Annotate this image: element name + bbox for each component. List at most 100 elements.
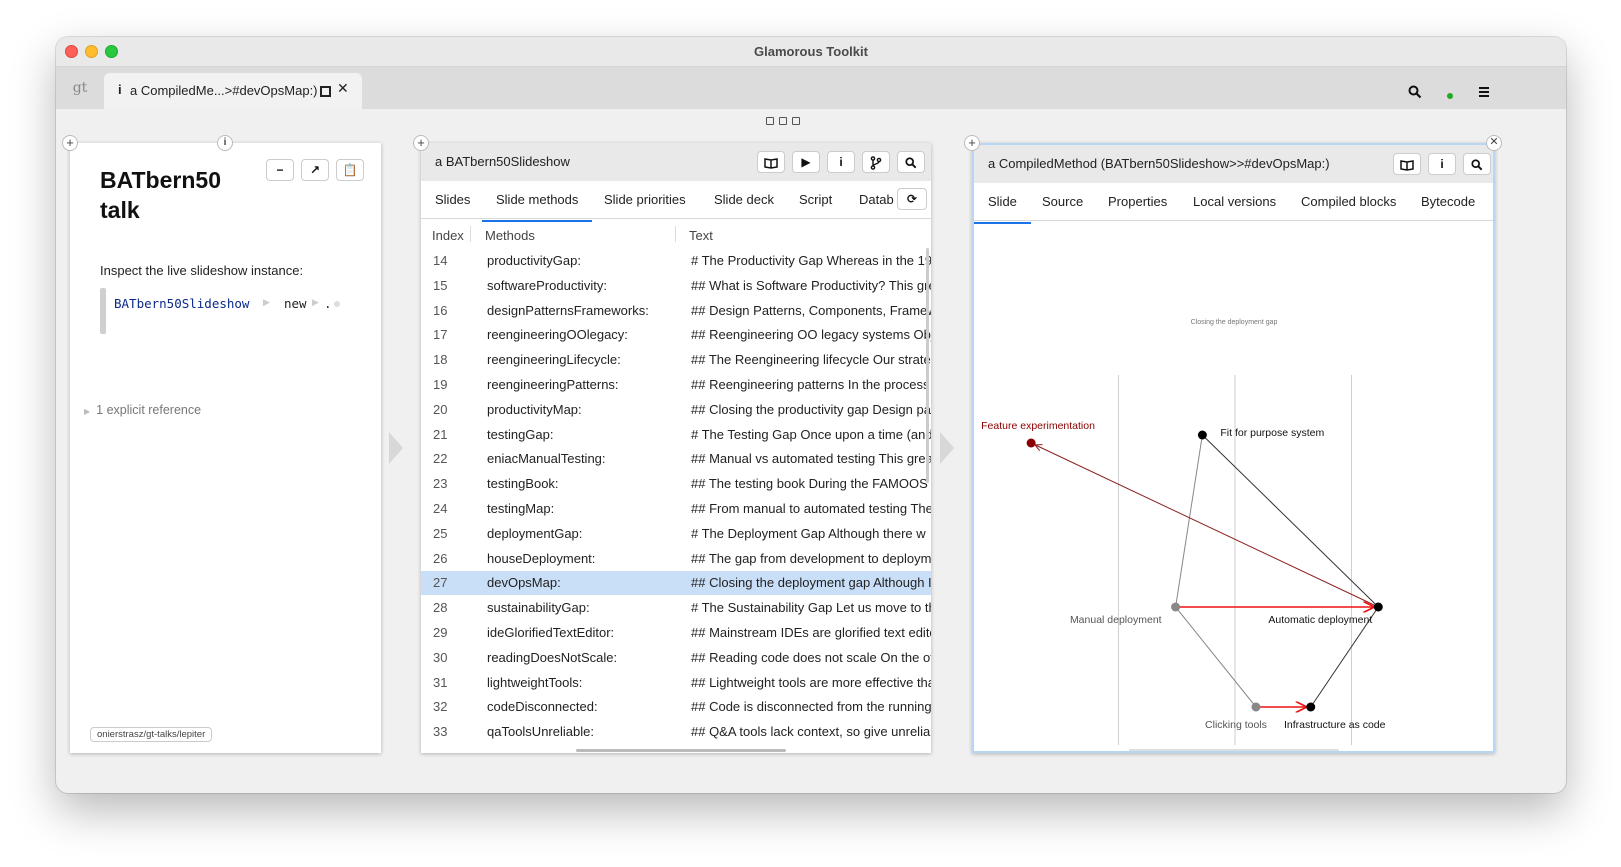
table-row[interactable]: 19 reengineeringPatterns: ## Reengineering… bbox=[421, 373, 931, 397]
tab-database[interactable]: Datab bbox=[859, 192, 894, 207]
tab-slide-priorities[interactable]: Slide priorities bbox=[604, 192, 686, 207]
table-row[interactable]: 29 ideGlorifiedTextEditor: ## Mainstream I… bbox=[421, 621, 931, 645]
table-row[interactable]: 14 productivityGap: # The Productivity Gap… bbox=[421, 249, 931, 273]
column-header-methods[interactable]: Methods bbox=[485, 228, 535, 243]
code-class-name: BATbern50Slideshow bbox=[114, 296, 250, 311]
node-label: Infrastructure as code bbox=[1284, 719, 1386, 731]
tab-script[interactable]: Script bbox=[799, 192, 832, 207]
tab-properties[interactable]: Properties bbox=[1108, 194, 1167, 209]
pane-handle-1-icon[interactable] bbox=[766, 117, 774, 125]
play-button[interactable]: ▶ bbox=[792, 151, 820, 173]
tab-bytecode[interactable]: Bytecode bbox=[1421, 194, 1475, 209]
table-row[interactable]: 32 codeDisconnected: ## Code is disconnect… bbox=[421, 695, 931, 719]
inspector-tab[interactable]: i a CompiledMe...>#devOpsMap:) ✕ bbox=[104, 73, 362, 109]
row-index: 24 bbox=[433, 501, 448, 516]
tab-source[interactable]: Source bbox=[1042, 194, 1083, 209]
git-branch-button[interactable] bbox=[862, 151, 890, 173]
chart-title: Closing the deployment gap bbox=[1191, 319, 1278, 326]
gt-home-tab[interactable]: gt bbox=[56, 67, 104, 109]
code-arrow-1-icon: ▶ bbox=[263, 297, 270, 307]
add-right-plus-icon[interactable]: + bbox=[964, 135, 980, 151]
search-icon[interactable] bbox=[1408, 85, 1422, 99]
maximize-tab-icon[interactable] bbox=[320, 86, 331, 97]
row-index: 28 bbox=[433, 600, 448, 616]
info-button[interactable]: i bbox=[1428, 153, 1456, 175]
collapse-button[interactable]: − bbox=[266, 159, 294, 181]
slideshow-inspector-pane: a BATbern50Slideshow ▶ i Slides Slide me… bbox=[421, 143, 931, 753]
close-pane-icon[interactable]: ✕ bbox=[1486, 135, 1502, 151]
column-header-index[interactable]: Index bbox=[432, 228, 464, 243]
tab-slide[interactable]: Slide bbox=[974, 194, 1031, 224]
column-separator[interactable] bbox=[675, 226, 676, 242]
row-method: ideGlorifiedTextEditor: bbox=[487, 625, 615, 640]
node-label: Feature experimentation bbox=[981, 420, 1095, 432]
wardley-map-chart: Closing the deployment gapgenesiscustom … bbox=[981, 319, 1386, 745]
table-row[interactable]: 18 reengineeringLifecycle: ## The Reengine… bbox=[421, 348, 931, 372]
add-left-plus-icon[interactable]: + bbox=[62, 135, 78, 151]
row-index: 19 bbox=[433, 377, 448, 392]
vertical-scrollbar[interactable] bbox=[926, 248, 929, 483]
tab-local-versions[interactable]: Local versions bbox=[1193, 194, 1276, 209]
row-text: ## What is Software Productivity? This g… bbox=[691, 277, 931, 293]
table-row[interactable]: 16 designPatternsFrameworks: ## Design Pat… bbox=[421, 299, 931, 323]
search-button[interactable] bbox=[897, 151, 925, 173]
window-title: Glamorous Toolkit bbox=[754, 44, 868, 59]
row-method: sustainabilityGap: bbox=[487, 600, 590, 616]
table-row[interactable]: 31 lightweightTools: ## Lightweight tools … bbox=[421, 671, 931, 695]
table-row[interactable]: 27 devOpsMap: ## Closing the deployment ga… bbox=[421, 571, 931, 596]
code-snippet[interactable]: BATbern50Slideshow ▶ new ▶ . bbox=[100, 288, 350, 334]
row-text: ## Closing the deployment gap Although I bbox=[691, 575, 931, 591]
search-button[interactable] bbox=[1463, 153, 1491, 175]
row-text: # The Productivity Gap Whereas in the 19… bbox=[691, 253, 931, 268]
table-row[interactable]: 33 qaToolsUnreliable: ## Q&A tools lack co… bbox=[421, 720, 931, 744]
horizontal-scrollbar[interactable] bbox=[1129, 749, 1339, 751]
table-row[interactable]: 28 sustainabilityGap: # The Sustainability… bbox=[421, 596, 931, 620]
table-row[interactable]: 20 productivityMap: ## Closing the product… bbox=[421, 398, 931, 422]
page-info-icon[interactable]: i bbox=[217, 135, 233, 151]
tab-compiled-blocks[interactable]: Compiled blocks bbox=[1301, 194, 1396, 209]
table-row[interactable]: 21 testingGap: # The Testing Gap Once upon… bbox=[421, 423, 931, 447]
tab-slide-deck[interactable]: Slide deck bbox=[714, 192, 774, 207]
tab-slide-methods[interactable]: Slide methods bbox=[481, 192, 593, 222]
info-button[interactable]: i bbox=[827, 151, 855, 173]
pane-handle-3-icon[interactable] bbox=[792, 117, 800, 125]
table-row[interactable]: 17 reengineeringOOlegacy: ## Reengineering… bbox=[421, 323, 931, 347]
tab-slides[interactable]: Slides bbox=[435, 192, 470, 207]
table-row[interactable]: 30 readingDoesNotScale: ## Reading code do… bbox=[421, 646, 931, 670]
table-row[interactable]: 24 testingMap: ## From manual to automated… bbox=[421, 497, 931, 521]
row-index: 21 bbox=[433, 426, 448, 442]
row-method: productivityGap: bbox=[487, 253, 581, 268]
table-row[interactable]: 23 testingBook: ## The testing book During… bbox=[421, 472, 931, 496]
row-index: 23 bbox=[433, 476, 448, 492]
column-separator[interactable] bbox=[470, 226, 471, 242]
table-row[interactable]: 22 eniacManualTesting: ## Manual vs automa… bbox=[421, 447, 931, 471]
method-tabs: Slide Source Properties Local versions C… bbox=[974, 183, 1493, 224]
table-row[interactable]: 15 softwareProductivity: ## What is Softwa… bbox=[421, 274, 931, 298]
table-row[interactable]: 26 houseDeployment: ## The gap from develo… bbox=[421, 547, 931, 571]
app-window: Glamorous Toolkit gt i a CompiledMe...>#… bbox=[56, 37, 1566, 793]
inspector-tabs: Slides Slide methods Slide priorities Sl… bbox=[421, 181, 931, 222]
row-text: ## The gap from development to deploym bbox=[691, 550, 931, 566]
references-toggle[interactable]: ▶ 1 explicit reference bbox=[84, 403, 201, 417]
inspector-tab-label: a CompiledMe...>#devOpsMap:) bbox=[130, 83, 318, 98]
map-node bbox=[1251, 702, 1261, 712]
book-icon bbox=[764, 157, 778, 169]
clipboard-button[interactable]: 📋 bbox=[336, 159, 364, 181]
title-bar: Glamorous Toolkit bbox=[56, 37, 1566, 67]
node-label: Fit for purpose system bbox=[1220, 427, 1324, 439]
close-tab-icon[interactable]: ✕ bbox=[337, 80, 349, 97]
table-row[interactable]: 25 deploymentGap: # The Deployment Gap Alt… bbox=[421, 522, 931, 546]
row-index: 33 bbox=[433, 724, 448, 740]
menu-icon[interactable] bbox=[1478, 86, 1490, 98]
share-button[interactable]: ↗ bbox=[301, 159, 329, 181]
horizontal-scrollbar[interactable] bbox=[576, 749, 786, 752]
add-middle-plus-icon[interactable]: + bbox=[413, 135, 429, 151]
row-index: 15 bbox=[433, 277, 448, 293]
book-button[interactable] bbox=[757, 151, 785, 173]
pane-handle-2-icon[interactable] bbox=[779, 117, 787, 125]
column-header-text[interactable]: Text bbox=[689, 228, 713, 243]
database-tag[interactable]: onierstrasz/gt-talks/lepiter bbox=[90, 727, 213, 742]
code-message: new bbox=[284, 296, 307, 311]
book-button[interactable] bbox=[1393, 153, 1421, 175]
refresh-button[interactable]: ⟳ bbox=[897, 188, 927, 210]
